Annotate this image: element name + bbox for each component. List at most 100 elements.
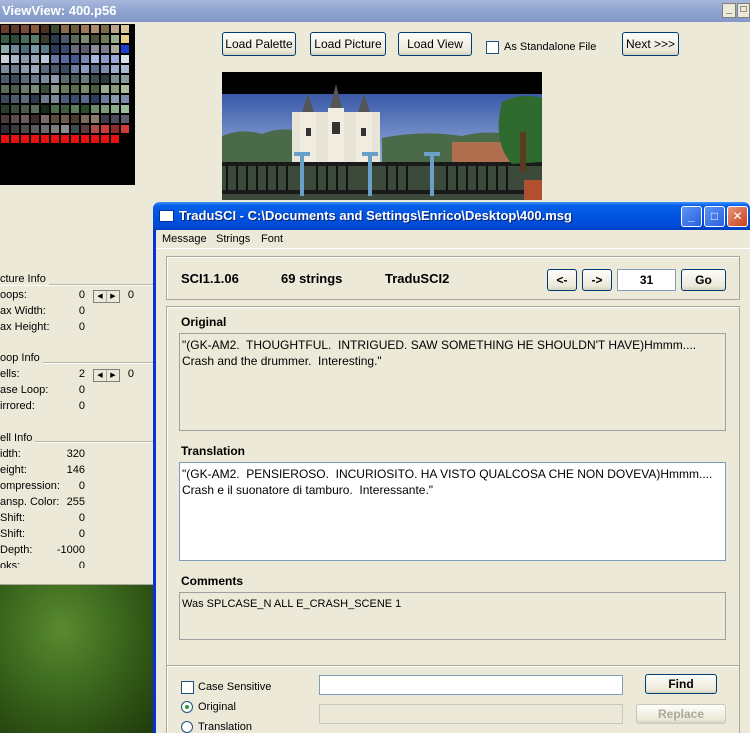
palette-swatch[interactable] bbox=[110, 64, 120, 74]
load-view-button[interactable]: Load View bbox=[398, 32, 472, 56]
next-button[interactable]: Next >>> bbox=[622, 32, 679, 56]
maximize-icon[interactable]: □ bbox=[704, 206, 725, 227]
palette-swatch[interactable] bbox=[60, 104, 70, 114]
palette-swatch[interactable] bbox=[50, 54, 60, 64]
palette-swatch[interactable] bbox=[50, 44, 60, 54]
palette-swatch[interactable] bbox=[50, 24, 60, 34]
palette-swatch[interactable] bbox=[120, 34, 130, 44]
palette-swatch[interactable] bbox=[120, 24, 130, 34]
palette-swatch[interactable] bbox=[30, 124, 40, 134]
palette-swatch[interactable] bbox=[120, 94, 130, 104]
palette-swatch[interactable] bbox=[80, 64, 90, 74]
palette-swatch[interactable] bbox=[20, 74, 30, 84]
palette-swatch[interactable] bbox=[100, 134, 110, 144]
palette-swatch[interactable] bbox=[20, 104, 30, 114]
palette-swatch[interactable] bbox=[10, 34, 20, 44]
palette-swatch[interactable] bbox=[30, 114, 40, 124]
palette-swatch[interactable] bbox=[100, 74, 110, 84]
color-palette-grid[interactable] bbox=[0, 24, 135, 185]
palette-swatch[interactable] bbox=[50, 104, 60, 114]
palette-swatch[interactable] bbox=[40, 134, 50, 144]
palette-swatch[interactable] bbox=[100, 104, 110, 114]
palette-swatch[interactable] bbox=[60, 34, 70, 44]
menu-font[interactable]: Font bbox=[261, 233, 283, 245]
palette-swatch[interactable] bbox=[120, 64, 130, 74]
palette-swatch[interactable] bbox=[60, 94, 70, 104]
palette-swatch[interactable] bbox=[0, 74, 10, 84]
palette-swatch[interactable] bbox=[10, 24, 20, 34]
palette-swatch[interactable] bbox=[90, 44, 100, 54]
palette-swatch[interactable] bbox=[70, 44, 80, 54]
palette-swatch[interactable] bbox=[60, 54, 70, 64]
palette-swatch[interactable] bbox=[50, 94, 60, 104]
palette-swatch[interactable] bbox=[60, 74, 70, 84]
palette-swatch[interactable] bbox=[110, 114, 120, 124]
palette-swatch[interactable] bbox=[20, 34, 30, 44]
palette-swatch[interactable] bbox=[40, 34, 50, 44]
palette-swatch[interactable] bbox=[80, 74, 90, 84]
palette-swatch[interactable] bbox=[30, 134, 40, 144]
palette-swatch[interactable] bbox=[0, 44, 10, 54]
palette-swatch[interactable] bbox=[50, 124, 60, 134]
palette-swatch[interactable] bbox=[30, 74, 40, 84]
palette-swatch[interactable] bbox=[80, 44, 90, 54]
close-icon[interactable]: ✕ bbox=[727, 206, 748, 227]
palette-swatch[interactable] bbox=[110, 54, 120, 64]
palette-swatch[interactable] bbox=[110, 134, 120, 144]
palette-swatch[interactable] bbox=[0, 124, 10, 134]
viewview-titlebar[interactable]: ViewView: 400.p56 _ □ bbox=[0, 0, 750, 22]
palette-swatch[interactable] bbox=[20, 94, 30, 104]
comments-textbox[interactable]: Was SPLCASE_N ALL E_CRASH_SCENE 1 bbox=[179, 592, 726, 640]
palette-swatch[interactable] bbox=[120, 104, 130, 114]
palette-swatch[interactable] bbox=[100, 24, 110, 34]
palette-swatch[interactable] bbox=[110, 34, 120, 44]
palette-swatch[interactable] bbox=[80, 84, 90, 94]
palette-swatch[interactable] bbox=[100, 34, 110, 44]
palette-swatch[interactable] bbox=[70, 104, 80, 114]
palette-swatch[interactable] bbox=[90, 134, 100, 144]
palette-swatch[interactable] bbox=[50, 74, 60, 84]
palette-swatch[interactable] bbox=[70, 64, 80, 74]
palette-swatch[interactable] bbox=[70, 84, 80, 94]
palette-swatch[interactable] bbox=[20, 44, 30, 54]
palette-swatch[interactable] bbox=[70, 24, 80, 34]
palette-swatch[interactable] bbox=[90, 94, 100, 104]
palette-swatch[interactable] bbox=[100, 114, 110, 124]
palette-swatch[interactable] bbox=[110, 24, 120, 34]
palette-swatch[interactable] bbox=[110, 124, 120, 134]
palette-swatch[interactable] bbox=[40, 24, 50, 34]
palette-swatch[interactable] bbox=[50, 114, 60, 124]
palette-swatch[interactable] bbox=[60, 44, 70, 54]
palette-swatch[interactable] bbox=[90, 24, 100, 34]
palette-swatch[interactable] bbox=[90, 54, 100, 64]
find-input[interactable] bbox=[319, 675, 623, 695]
palette-swatch[interactable] bbox=[120, 114, 130, 124]
palette-swatch[interactable] bbox=[80, 54, 90, 64]
palette-swatch[interactable] bbox=[60, 114, 70, 124]
standalone-checkbox[interactable] bbox=[486, 41, 499, 54]
palette-swatch[interactable] bbox=[120, 84, 130, 94]
palette-swatch[interactable] bbox=[100, 44, 110, 54]
palette-swatch[interactable] bbox=[80, 94, 90, 104]
palette-swatch[interactable] bbox=[90, 84, 100, 94]
palette-swatch[interactable] bbox=[10, 104, 20, 114]
palette-swatch[interactable] bbox=[40, 94, 50, 104]
palette-swatch[interactable] bbox=[40, 104, 50, 114]
palette-swatch[interactable] bbox=[120, 124, 130, 134]
palette-swatch[interactable] bbox=[90, 124, 100, 134]
palette-swatch[interactable] bbox=[20, 64, 30, 74]
palette-swatch[interactable] bbox=[30, 104, 40, 114]
palette-swatch[interactable] bbox=[90, 34, 100, 44]
palette-swatch[interactable] bbox=[20, 124, 30, 134]
palette-swatch[interactable] bbox=[100, 84, 110, 94]
palette-swatch[interactable] bbox=[80, 124, 90, 134]
original-textbox[interactable]: "(GK-AM2. THOUGHTFUL. INTRIGUED. SAW SOM… bbox=[179, 333, 726, 431]
palette-swatch[interactable] bbox=[90, 114, 100, 124]
restore-icon[interactable]: □ bbox=[737, 3, 750, 18]
palette-swatch[interactable] bbox=[40, 124, 50, 134]
palette-swatch[interactable] bbox=[60, 84, 70, 94]
palette-swatch[interactable] bbox=[20, 84, 30, 94]
palette-swatch[interactable] bbox=[120, 44, 130, 54]
next-string-button[interactable]: -> bbox=[582, 269, 612, 291]
palette-swatch[interactable] bbox=[10, 74, 20, 84]
